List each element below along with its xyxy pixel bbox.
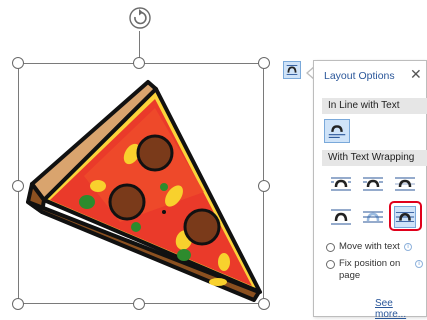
resize-handle-top-left[interactable] [12, 57, 24, 69]
inline-header: In Line with Text [322, 98, 427, 114]
fix-position-label: Fix position on [339, 258, 401, 269]
move-with-text-label: Move with text [339, 241, 400, 252]
move-with-text-radio[interactable] [326, 243, 335, 252]
info-icon[interactable]: i [415, 260, 423, 268]
resize-handle-top[interactable] [133, 57, 145, 69]
wrap-header: With Text Wrapping [322, 150, 427, 166]
resize-handle-top-right[interactable] [258, 57, 270, 69]
fix-position-radio[interactable] [326, 260, 335, 269]
resize-handle-bottom-left[interactable] [12, 298, 24, 310]
wrap-through-icon[interactable] [394, 173, 416, 195]
resize-handle-right[interactable] [258, 180, 270, 192]
wrap-tight-icon[interactable] [362, 173, 384, 195]
pizza-slice-image [26, 80, 262, 302]
close-icon[interactable]: ✕ [410, 66, 422, 83]
resize-handle-left[interactable] [12, 180, 24, 192]
wrap-square-icon[interactable] [330, 173, 352, 195]
resize-handle-bottom-right[interactable] [258, 298, 270, 310]
rotate-handle-icon[interactable] [126, 4, 154, 32]
highlight-box [389, 201, 422, 231]
panel-title: Layout Options [324, 70, 395, 82]
layout-options-icon[interactable] [283, 61, 301, 79]
rotate-stem [139, 31, 140, 59]
fix-position-label-2: page [339, 270, 361, 281]
layout-options-panel: Layout Options ✕ In Line with Text With … [313, 60, 427, 320]
resize-handle-bottom[interactable] [133, 298, 145, 310]
info-icon[interactable]: i [404, 243, 412, 251]
wrap-top-bottom-icon[interactable] [330, 206, 352, 228]
wrap-inline-icon[interactable] [324, 119, 350, 143]
wrap-behind-text-icon[interactable] [362, 206, 384, 228]
